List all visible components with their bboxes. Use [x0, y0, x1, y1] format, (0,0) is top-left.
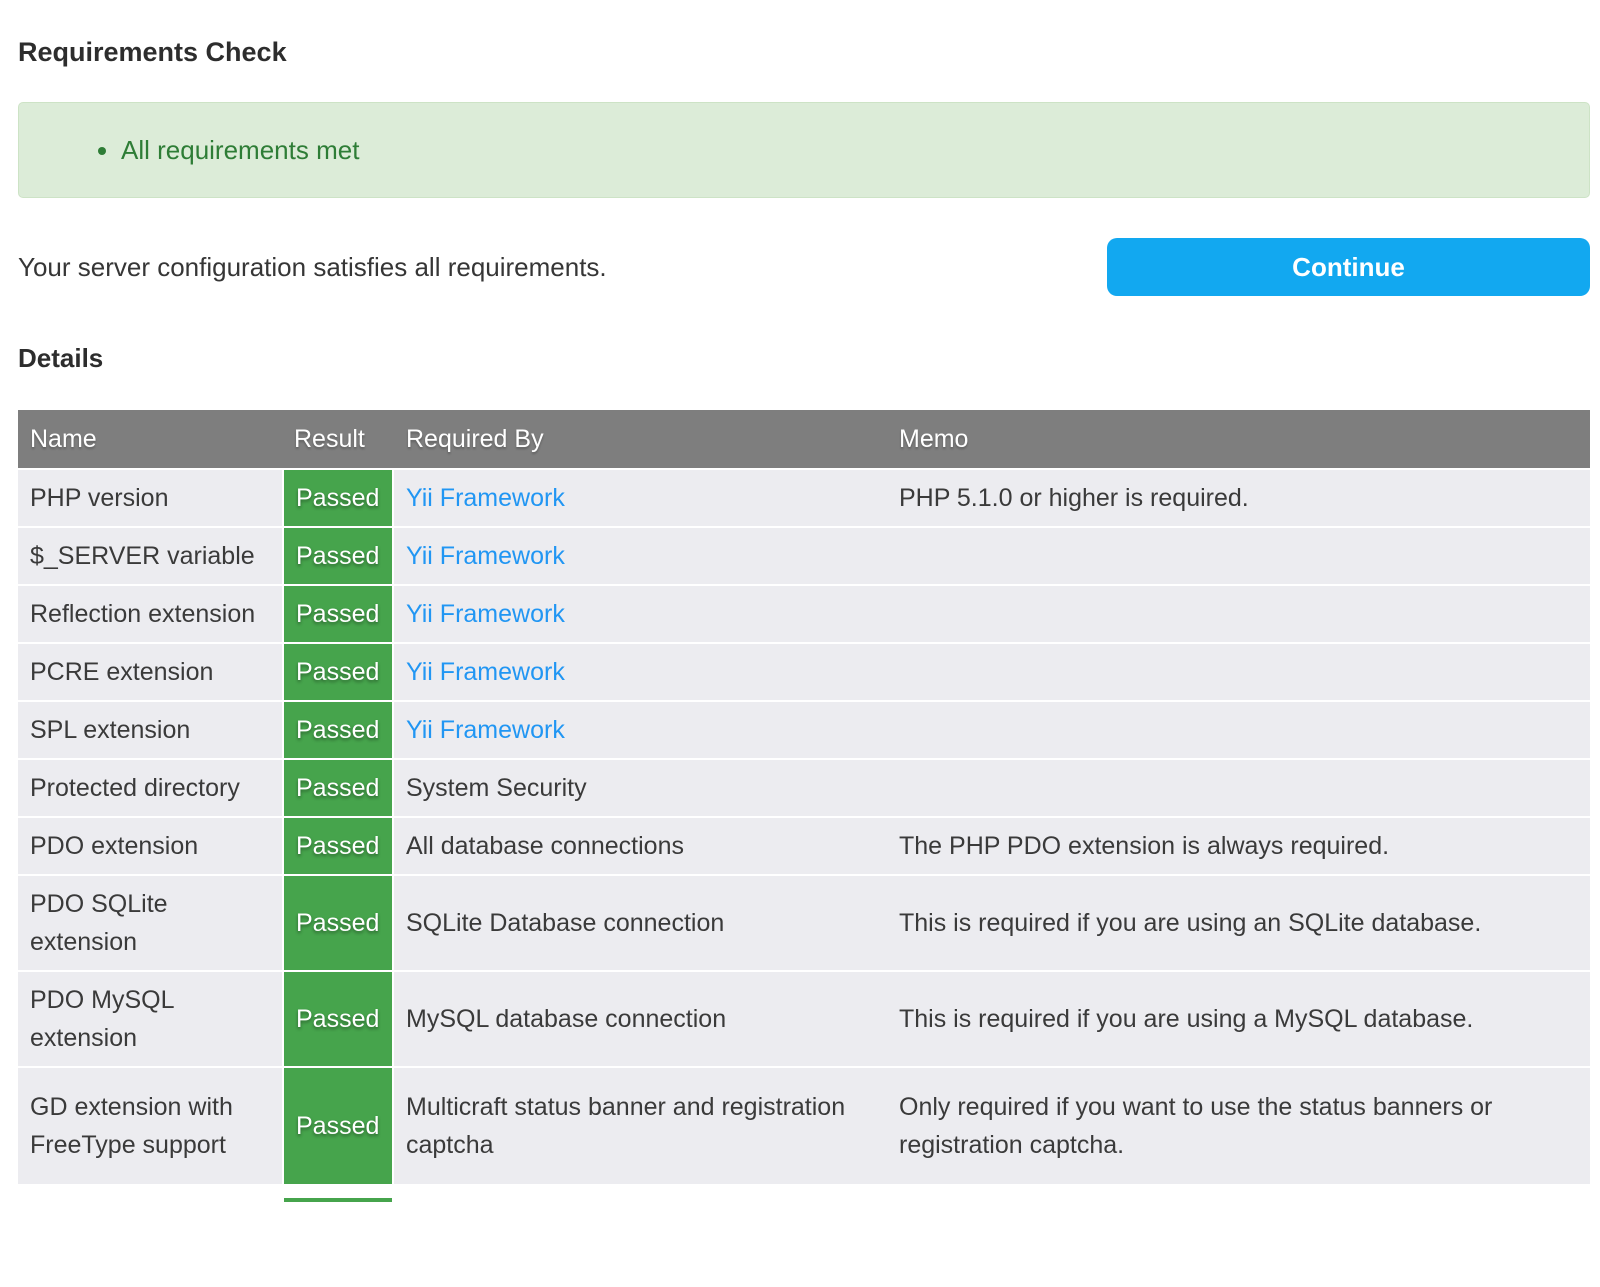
table-row: PDO extensionPassedAll database connecti…: [18, 818, 1590, 876]
table-row: SPL extensionPassed Yii Framework: [18, 702, 1590, 760]
table-row: PCRE extensionPassed Yii Framework: [18, 644, 1590, 702]
requirement-memo: Only required if you want to use the sta…: [887, 1068, 1590, 1186]
table-header-row: Name Result Required By Memo: [18, 410, 1590, 470]
summary-text: Your server configuration satisfies all …: [18, 248, 1107, 286]
required-by: Yii Framework: [394, 644, 887, 702]
alert-item: All requirements met: [121, 131, 1589, 169]
requirement-name: PHP version: [18, 470, 282, 528]
requirement-memo: [887, 760, 1590, 818]
details-heading: Details: [18, 342, 1590, 374]
table-row: Protected directoryPassedSystem Security: [18, 760, 1590, 818]
required-by: SQLite Database connection: [394, 876, 887, 972]
requirement-memo: [887, 702, 1590, 760]
required-by: Yii Framework: [394, 702, 887, 760]
requirement-name: PDO MySQL extension: [18, 972, 282, 1068]
table-row: GD extension with FreeType supportPassed…: [18, 1068, 1590, 1186]
required-by: Multicraft status banner and registratio…: [394, 1068, 887, 1186]
result-badge: Passed: [282, 818, 394, 876]
table-row: PDO MySQL extensionPassedMySQL database …: [18, 972, 1590, 1068]
table-row: Reflection extensionPassed Yii Framework: [18, 586, 1590, 644]
column-header-name: Name: [18, 410, 282, 470]
requirement-memo: This is required if you are using an SQL…: [887, 876, 1590, 972]
required-by: MySQL database connection: [394, 972, 887, 1068]
column-header-required-by: Required By: [394, 410, 887, 470]
required-by: Yii Framework: [394, 528, 887, 586]
requirements-table-body: PHP versionPassedYii FrameworkPHP 5.1.0 …: [18, 470, 1590, 1186]
required-by: Yii Framework: [394, 586, 887, 644]
requirement-name: GD extension with FreeType support: [18, 1068, 282, 1186]
requirement-memo: [887, 528, 1590, 586]
summary-row: Your server configuration satisfies all …: [18, 238, 1590, 296]
result-badge: Passed: [282, 528, 394, 586]
required-by-link[interactable]: Yii Framework: [406, 542, 565, 570]
result-badge: Passed: [282, 972, 394, 1068]
next-row-result-sliver: [284, 1198, 392, 1202]
required-by: All database connections: [394, 818, 887, 876]
requirement-memo: This is required if you are using a MySQ…: [887, 972, 1590, 1068]
page-title: Requirements Check: [18, 36, 1590, 68]
required-by-link[interactable]: Yii Framework: [406, 658, 565, 686]
table-row: PDO SQLite extensionPassedSQLite Databas…: [18, 876, 1590, 972]
result-badge: Passed: [282, 1068, 394, 1186]
result-badge: Passed: [282, 470, 394, 528]
requirement-name: Reflection extension: [18, 586, 282, 644]
required-by-link[interactable]: Yii Framework: [406, 600, 565, 628]
result-badge: Passed: [282, 702, 394, 760]
requirements-alert: All requirements met: [18, 102, 1590, 198]
requirements-table: Name Result Required By Memo PHP version…: [18, 410, 1590, 1186]
requirement-name: PCRE extension: [18, 644, 282, 702]
requirement-name: SPL extension: [18, 702, 282, 760]
result-badge: Passed: [282, 876, 394, 972]
result-badge: Passed: [282, 644, 394, 702]
required-by: Yii Framework: [394, 470, 887, 528]
requirement-name: $_SERVER variable: [18, 528, 282, 586]
next-row-sliver: [18, 1198, 1590, 1202]
continue-button[interactable]: Continue: [1107, 238, 1590, 296]
requirement-memo: PHP 5.1.0 or higher is required.: [887, 470, 1590, 528]
result-badge: Passed: [282, 586, 394, 644]
page: Requirements Check All requirements met …: [18, 36, 1590, 1202]
column-header-memo: Memo: [887, 410, 1590, 470]
required-by: System Security: [394, 760, 887, 818]
column-header-result: Result: [282, 410, 394, 470]
requirement-name: PDO SQLite extension: [18, 876, 282, 972]
table-row: $_SERVER variablePassed Yii Framework: [18, 528, 1590, 586]
requirement-name: Protected directory: [18, 760, 282, 818]
requirement-memo: The PHP PDO extension is always required…: [887, 818, 1590, 876]
requirement-memo: [887, 586, 1590, 644]
required-by-link[interactable]: Yii Framework: [406, 484, 565, 512]
result-badge: Passed: [282, 760, 394, 818]
required-by-link[interactable]: Yii Framework: [406, 716, 565, 744]
table-row: PHP versionPassed Yii Framework PHP 5.1.0 …: [18, 470, 1590, 528]
requirement-name: PDO extension: [18, 818, 282, 876]
requirement-memo: [887, 644, 1590, 702]
alert-list: All requirements met: [19, 131, 1589, 169]
